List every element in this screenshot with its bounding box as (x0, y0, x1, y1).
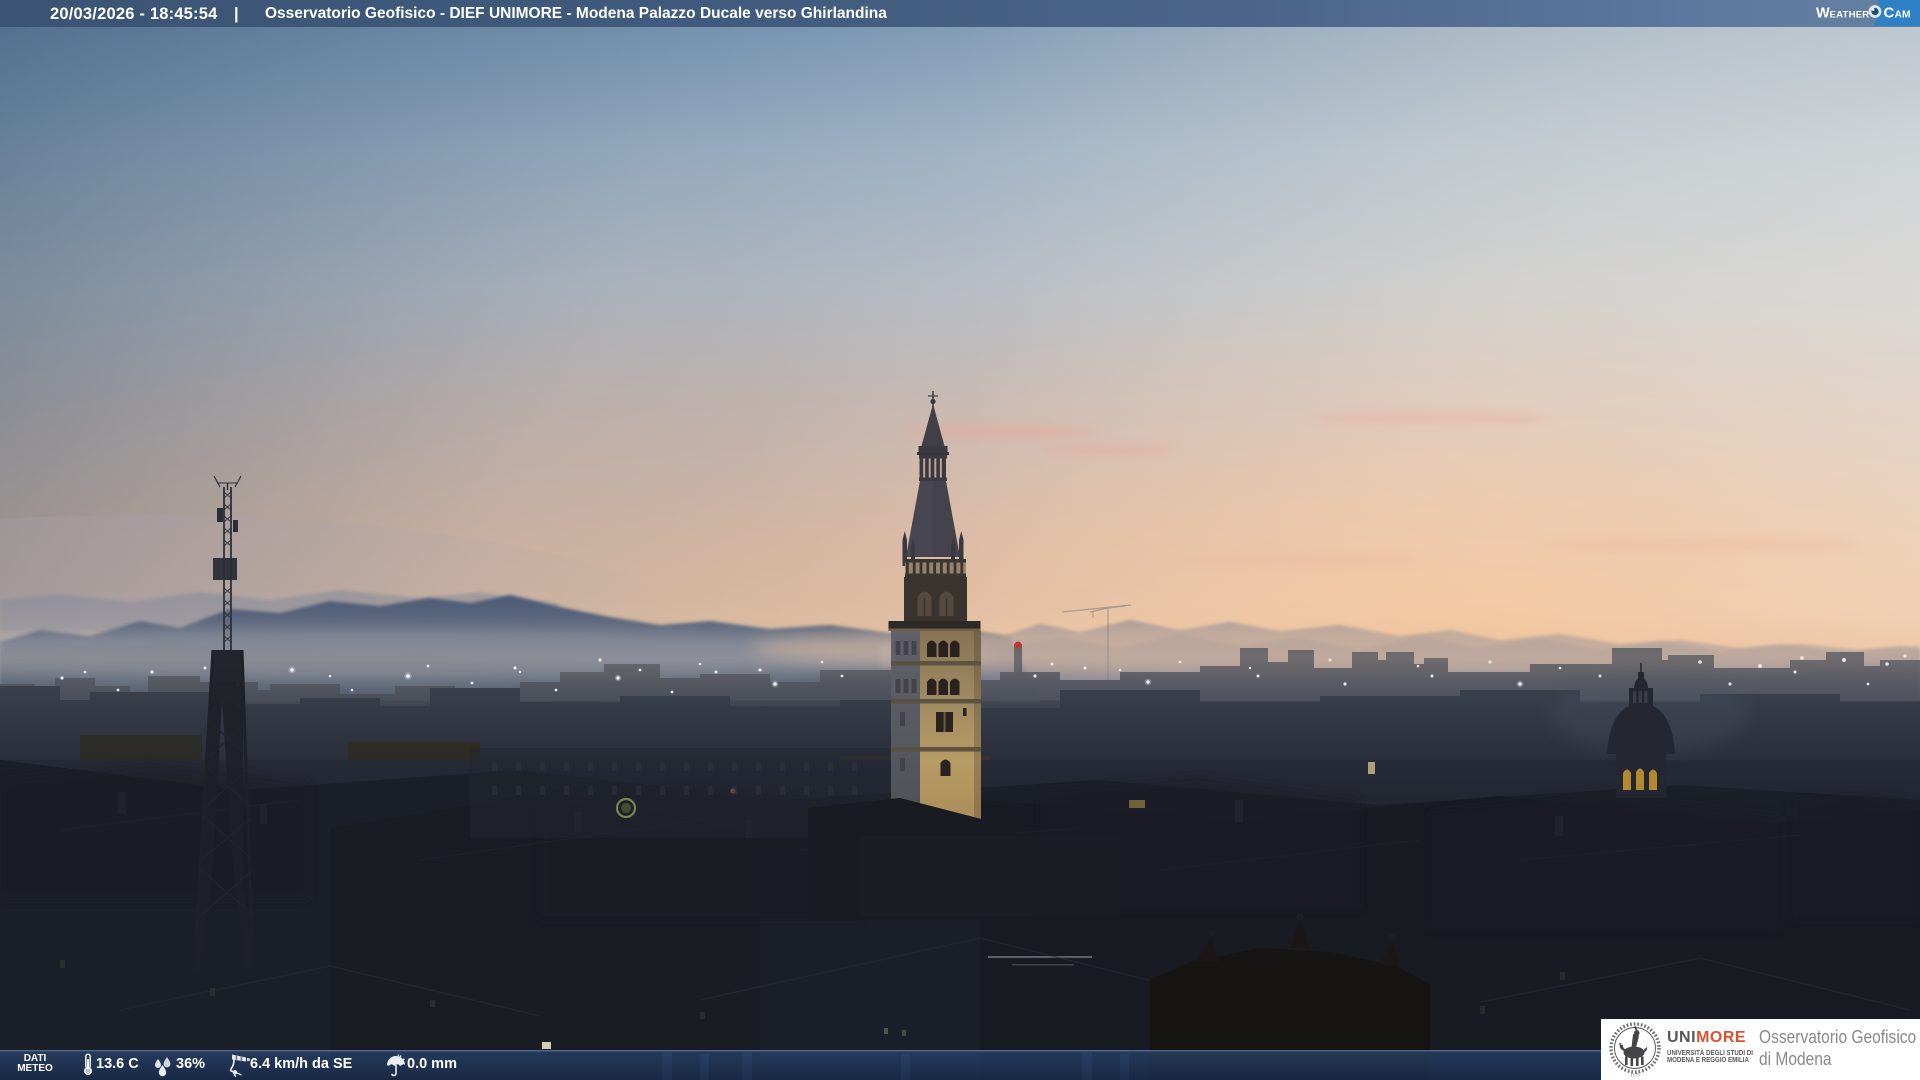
svg-text:AM: AM (1895, 10, 1911, 21)
svg-text:C: C (1884, 5, 1895, 22)
svg-text:1175: 1175 (1630, 1073, 1640, 1078)
svg-text:W: W (1816, 6, 1830, 22)
svg-text:EATHER: EATHER (1830, 10, 1870, 21)
